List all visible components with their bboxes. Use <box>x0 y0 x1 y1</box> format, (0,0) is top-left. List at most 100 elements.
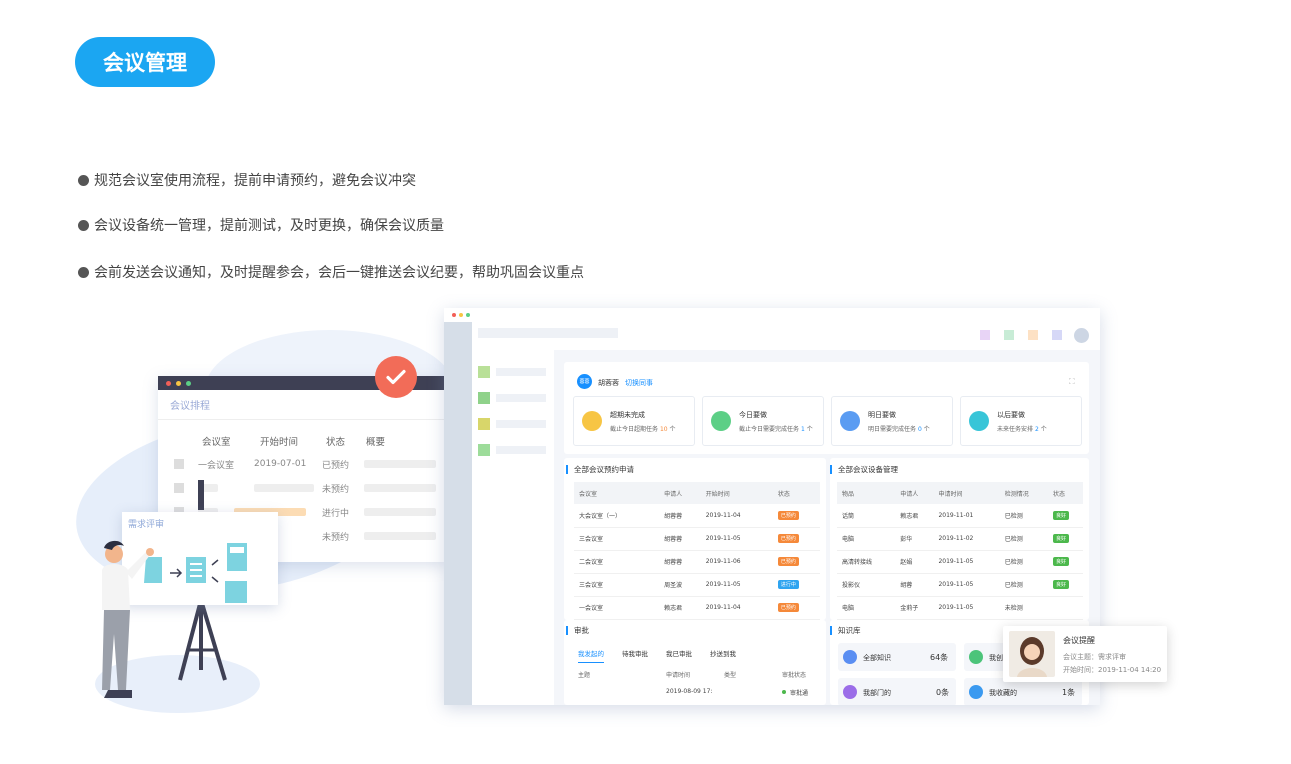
avatar[interactable] <box>1074 328 1089 343</box>
bullet-dot-icon <box>78 266 89 278</box>
approval-tabs: 我发起的 待我审批 我已审批 抄送到我 <box>578 648 736 663</box>
sidebar-item[interactable] <box>478 366 548 378</box>
cell-room: 一会议室 <box>198 460 235 471</box>
cell-status: 未预约 <box>322 532 350 543</box>
status-badge: 良好 <box>1053 557 1070 566</box>
stat-title: 超期未完成 <box>610 411 645 419</box>
booking-table: 会议室 申请人 开始时间 状态 大会议室（一） 胡蓉蓉 2019-11-04 已预约 三会议… <box>574 482 820 620</box>
column-header: 状态 <box>326 437 346 448</box>
stat-today[interactable]: 今日要做 截止今日需要完成任务 1 个 <box>702 396 824 446</box>
placeholder-bar <box>364 508 436 516</box>
knowledge-favorites[interactable]: 我收藏的 1条 <box>964 678 1082 705</box>
switch-colleague-link[interactable]: 切换同事 <box>625 378 653 388</box>
feature-bullet-2: 会议设备统一管理，提前测试，及时更换，确保会议质量 <box>78 215 444 235</box>
equipment-title: 全部会议设备管理 <box>830 465 898 474</box>
stat-desc: 未来任务安排 2 个 <box>997 426 1047 433</box>
table-row[interactable]: 高清转接线 赵娟 2019-11-05 已检测 良好 <box>837 550 1083 574</box>
bullet-text: 会议设备统一管理，提前测试，及时更换，确保会议质量 <box>94 218 444 234</box>
sidebar-menu <box>472 350 554 705</box>
table-row[interactable]: 三会议室 胡蓉蓉 2019-11-05 已预约 <box>574 527 820 551</box>
table-row: 一会议室 2019-07-01 已预约 <box>158 452 448 476</box>
equipment-table: 物品 申请人 申请时间 检测情况 状态 话筒 赖志君 2019-11-01 已检测 良好 电脑彭… <box>837 482 1083 620</box>
cell-status: 进行中 <box>322 508 350 519</box>
placeholder-bar <box>364 532 436 540</box>
document-icon <box>969 650 983 664</box>
maximize-dot-icon <box>466 313 470 317</box>
tab-pending[interactable]: 待我审批 <box>622 648 648 663</box>
book-icon <box>843 650 857 664</box>
nav-icon[interactable] <box>1004 330 1014 340</box>
column-header: 会议室 <box>202 437 231 448</box>
minimize-dot-icon <box>459 313 463 317</box>
schedule-header: 会议室 开始时间 状态 概要 <box>158 434 448 448</box>
feature-bullet-3: 会前发送会议通知，及时提醒参会，会后一键推送会议纪要，帮助巩固会议重点 <box>78 262 584 282</box>
close-dot-icon <box>166 380 171 386</box>
stat-title: 明日要做 <box>868 411 896 419</box>
stat-overdue[interactable]: 超期未完成 截止今日超期任务 10 个 <box>573 396 695 446</box>
column-header: 概要 <box>366 437 386 448</box>
bullet-dot-icon <box>78 219 89 231</box>
chat-icon <box>582 411 602 431</box>
cell-status: 未预约 <box>322 484 350 495</box>
stat-desc: 明日需要完成任务 0 个 <box>868 426 930 433</box>
person-illustration <box>102 540 154 698</box>
table-row[interactable]: 电脑 金莉子 2019-11-05 未检测 <box>837 596 1083 620</box>
booking-title: 全部会议预约申请 <box>566 465 634 474</box>
reminder-title: 会议提醒 <box>1063 636 1095 645</box>
sidebar-item[interactable] <box>478 418 548 430</box>
cell-status: 已预约 <box>322 460 350 471</box>
feature-bullet-1: 规范会议室使用流程，提前申请预约，避免会议冲突 <box>78 170 416 190</box>
sidebar-item[interactable] <box>478 444 548 456</box>
team-icon <box>843 685 857 699</box>
person-icon <box>969 685 983 699</box>
stat-desc: 截止今日需要完成任务 1 个 <box>739 426 813 433</box>
bullet-text: 规范会议室使用流程，提前申请预约，避免会议冲突 <box>94 173 416 189</box>
fullscreen-icon[interactable]: ⛶ <box>1069 377 1075 387</box>
attendee-photo <box>1009 631 1055 677</box>
checkmark-icon <box>375 356 417 398</box>
nav-icon[interactable] <box>1052 330 1062 340</box>
table-row[interactable]: 二会议室 胡蓉蓉 2019-11-06 已预约 <box>574 550 820 574</box>
meeting-reminder-popup[interactable]: 会议提醒 会议主题：需求评审 开始时间：2019-11-04 14:20 <box>1003 626 1167 682</box>
knowledge-department[interactable]: 我部门的 0条 <box>838 678 956 705</box>
sidebar-item[interactable] <box>478 392 548 404</box>
calendar-icon <box>711 411 731 431</box>
stat-tomorrow[interactable]: 明日要做 明日需要完成任务 0 个 <box>831 396 953 446</box>
stat-desc: 截止今日超期任务 10 个 <box>610 426 676 433</box>
close-dot-icon <box>452 313 456 317</box>
table-row[interactable]: 话筒 赖志君 2019-11-01 已检测 良好 <box>837 504 1083 528</box>
tab-initiated[interactable]: 我发起的 <box>578 648 604 663</box>
browser-bar <box>444 308 1100 322</box>
status-badge: 良好 <box>1053 510 1070 520</box>
stat-later[interactable]: 以后要做 未来任务安排 2 个 <box>960 396 1082 446</box>
status-badge: 已预约 <box>777 557 799 566</box>
minimize-dot-icon <box>176 380 181 386</box>
approval-title: 审批 <box>566 626 589 635</box>
status-badge: 已预约 <box>777 510 799 520</box>
app-window: 蓉蓉 胡蓉蓉 切换同事 ⛶ 超期未完成 截止今日超期任务 10 个 今日要做 截… <box>444 308 1100 705</box>
search-bar-placeholder[interactable] <box>478 328 618 338</box>
table-row[interactable]: 大会议室（一） 胡蓉蓉 2019-11-04 已预约 <box>574 504 820 528</box>
maximize-dot-icon <box>186 380 191 386</box>
status-badge: 良好 <box>1053 580 1070 589</box>
status-dot-icon <box>782 690 786 694</box>
user-avatar: 蓉蓉 <box>577 374 592 389</box>
knowledge-all[interactable]: 全部知识 64条 <box>838 643 956 671</box>
tab-cc[interactable]: 抄送到我 <box>710 648 736 663</box>
nav-icon[interactable] <box>1028 330 1038 340</box>
tab-approved[interactable]: 我已审批 <box>666 648 692 663</box>
table-row[interactable]: 电脑 彭华 2019-11-02 已检测 良好 <box>837 527 1083 551</box>
column-header: 开始时间 <box>260 437 299 448</box>
reminder-subject: 会议主题：需求评审 <box>1063 653 1126 661</box>
stat-title: 今日要做 <box>739 411 767 419</box>
row-checkbox[interactable] <box>174 459 184 469</box>
cell-time: 2019-07-01 <box>254 459 307 469</box>
table-row[interactable]: 三会议室 周圣波 2019-11-05 进行中 <box>574 573 820 597</box>
reminder-time: 开始时间：2019-11-04 14:20 <box>1063 666 1162 674</box>
table-row[interactable]: 投影仪 胡蓉 2019-11-05 已检测 良好 <box>837 573 1083 597</box>
user-name: 胡蓉蓉 <box>598 379 619 387</box>
stat-title: 以后要做 <box>997 411 1025 419</box>
nav-icon[interactable] <box>980 330 990 340</box>
table-row[interactable]: 一会议室 赖志君 2019-11-04 已预约 <box>574 596 820 620</box>
left-rail <box>444 322 472 705</box>
